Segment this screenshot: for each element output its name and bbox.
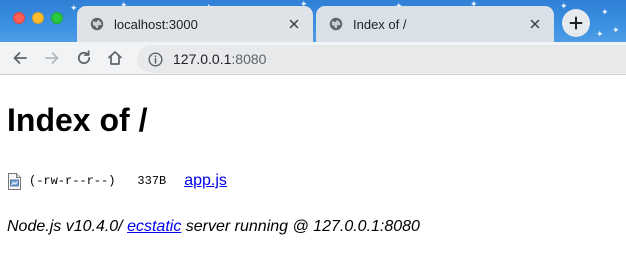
star-decoration: ✦ [560,1,568,11]
page-content: Index of / (-rw-r--r--) 337B app.js Node… [0,76,626,266]
close-tab-icon[interactable] [528,17,542,31]
url-host: 127.0.0.1 [173,51,232,67]
forward-arrow-icon[interactable] [43,49,61,67]
reload-icon[interactable] [75,49,93,67]
star-decoration: ✦ [612,25,620,35]
file-listing-row: (-rw-r--r--) 337B app.js [7,172,227,190]
file-size: 337B [137,174,167,188]
window-close-button[interactable] [13,12,25,24]
plus-icon [569,16,583,30]
home-icon[interactable] [106,49,124,67]
file-icon [8,172,21,190]
globe-icon [329,17,343,31]
footer-suffix: server running @ 127.0.0.1:8080 [181,218,420,235]
back-arrow-icon[interactable] [11,49,29,67]
tab-title: Index of / [353,16,407,32]
info-icon[interactable] [148,51,163,67]
tab-index-of[interactable]: Index of / [316,6,554,42]
star-decoration: ✦ [596,29,604,39]
close-tab-icon[interactable] [287,17,301,31]
server-footer: Node.js v10.4.0/ ecstatic server running… [7,218,420,236]
globe-icon [90,17,104,31]
page-title: Index of / [7,102,148,138]
browser-toolbar: 127.0.0.1:8080 [0,42,626,75]
address-url: 127.0.0.1:8080 [173,51,266,67]
file-link-app-js[interactable]: app.js [184,172,227,190]
url-port: :8080 [231,51,267,67]
window-minimize-button[interactable] [32,12,44,24]
tab-strip: ✦ ✦ ✦ ✦ ✦ ✦ ✦ ✦ ✦ ✦ localhost:3000 Index… [0,0,626,42]
footer-prefix: Node.js v10.4.0/ [7,218,128,235]
star-decoration: ✦ [601,7,609,17]
address-bar[interactable]: 127.0.0.1:8080 [137,45,626,73]
tab-title: localhost:3000 [114,16,198,32]
window-zoom-button[interactable] [51,12,63,24]
ecstatic-link[interactable]: ecstatic [127,218,181,235]
file-permissions: (-rw-r--r--) [29,174,116,188]
new-tab-button[interactable] [562,9,590,37]
tab-localhost-3000[interactable]: localhost:3000 [77,6,313,42]
